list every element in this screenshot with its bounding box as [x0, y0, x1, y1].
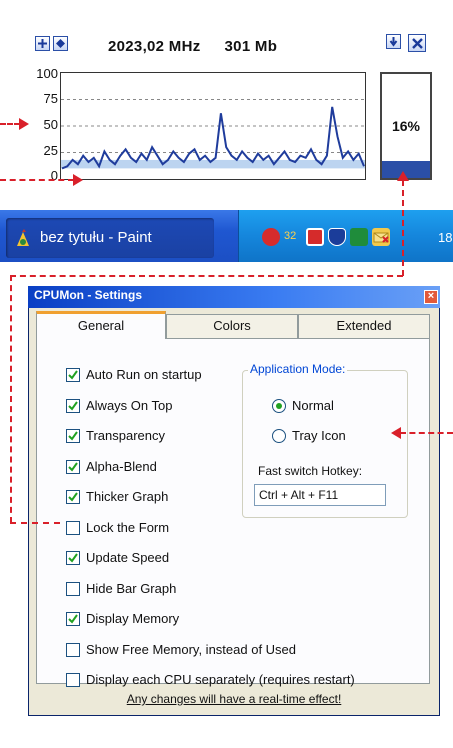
checkbox-label: Transparency — [86, 428, 165, 443]
checkbox[interactable] — [66, 673, 80, 687]
cpu-frequency: 2023,02 MHz — [108, 38, 201, 55]
radio-label-tray-icon: Tray Icon — [292, 428, 346, 443]
annotation-line — [10, 522, 60, 524]
arrow-down-icon[interactable] — [386, 34, 401, 49]
realtime-notice: Any changes will have a real-time effect… — [126, 692, 342, 706]
dialog-title: CPUMon - Settings — [34, 288, 142, 302]
check-icon — [68, 492, 78, 502]
cpu-history-graph — [60, 72, 366, 180]
memory-usage: 301 Mb — [224, 38, 278, 55]
y-tick-label: 50 — [43, 117, 58, 132]
y-tick-label: 100 — [36, 66, 58, 81]
annotation-line — [10, 275, 403, 277]
radio-label-normal: Normal — [292, 398, 334, 413]
acrobat-icon[interactable] — [306, 228, 324, 246]
checkbox[interactable] — [66, 399, 80, 413]
paint-app-icon — [14, 228, 32, 248]
system-info: 2023,02 MHz 301 Mb — [108, 38, 301, 55]
checkbox-label: Hide Bar Graph — [86, 581, 177, 596]
checkbox-label: Show Free Memory, instead of Used — [86, 642, 297, 657]
check-icon — [68, 370, 78, 380]
annotation-line — [402, 180, 404, 276]
tab-general[interactable]: General — [36, 311, 166, 339]
check-icon — [68, 401, 78, 411]
checkbox-label: Display Memory — [86, 611, 180, 626]
annotation-arrow-icon — [19, 117, 29, 135]
mail-icon[interactable] — [372, 228, 390, 246]
close-icon[interactable]: × — [424, 290, 438, 304]
y-tick-label: 75 — [43, 91, 58, 106]
checkbox-label: Update Speed — [86, 550, 170, 565]
check-icon — [68, 462, 78, 472]
annotation-arrow-icon — [73, 173, 83, 191]
check-icon — [68, 553, 78, 563]
radio-normal[interactable] — [272, 399, 286, 413]
radio-tray-icon[interactable] — [272, 429, 286, 443]
checkbox[interactable] — [66, 582, 80, 596]
checkbox-label: Thicker Graph — [86, 489, 169, 504]
check-icon — [68, 614, 78, 624]
annotation-line — [400, 432, 453, 434]
checkbox-label: Display each CPU separately (requires re… — [86, 672, 355, 687]
annotation-line — [0, 179, 74, 181]
group-title: Application Mode: — [248, 362, 348, 376]
cpu-percent-label: 16% — [391, 118, 421, 134]
taskbar-button-label: bez tytułu - Paint — [40, 229, 152, 246]
shield-icon[interactable] — [328, 228, 346, 246]
checkbox[interactable] — [66, 521, 80, 535]
hotkey-label: Fast switch Hotkey: — [258, 464, 363, 478]
checkbox-label: Always On Top — [86, 398, 173, 413]
hotkey-field[interactable]: Ctrl + Alt + F11 — [254, 484, 386, 506]
annotation-line — [10, 275, 12, 523]
tray-number: 32 — [284, 230, 297, 242]
check-icon — [68, 431, 78, 441]
checkbox-label: Lock the Form — [86, 520, 170, 535]
y-tick-label: 25 — [43, 143, 58, 158]
checkbox[interactable] — [66, 490, 80, 504]
plus-icon[interactable] — [35, 36, 50, 51]
annotation-arrow-icon — [397, 168, 409, 186]
cpu-graph-svg — [61, 99, 365, 170]
checkbox[interactable] — [66, 643, 80, 657]
annotation-arrow-icon — [391, 426, 401, 444]
checkbox[interactable] — [66, 612, 80, 626]
checkbox[interactable] — [66, 551, 80, 565]
radio-selected-dot — [276, 403, 282, 409]
cpu-series-line — [61, 106, 365, 170]
checkbox-label: Alpha-Blend — [86, 459, 157, 474]
diamond-icon[interactable] — [53, 36, 68, 51]
clock: 18 — [438, 230, 453, 245]
checkbox[interactable] — [66, 368, 80, 382]
tab-extended[interactable]: Extended — [298, 314, 430, 338]
checkbox-label: Auto Run on startup — [86, 367, 202, 382]
annotation-line — [0, 123, 20, 125]
checkbox[interactable] — [66, 429, 80, 443]
green-icon[interactable] — [350, 228, 368, 246]
checkbox[interactable] — [66, 460, 80, 474]
close-icon[interactable] — [408, 34, 426, 52]
red-shield-icon[interactable] — [262, 228, 280, 246]
tab-colors[interactable]: Colors — [166, 314, 298, 338]
